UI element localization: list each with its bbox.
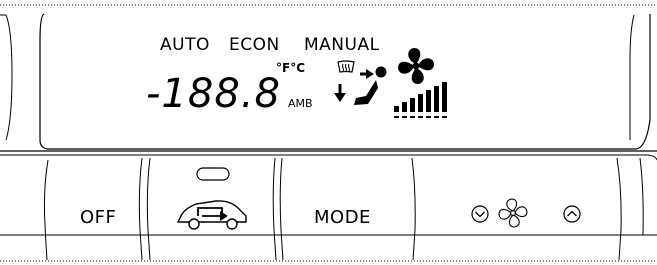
fan-control-button — [416, 158, 616, 258]
fan-speed-dash — [418, 116, 423, 118]
mode-auto-label: AUTO — [160, 35, 210, 55]
fan-speed-dash — [410, 116, 415, 118]
fan-speed-bars-icon — [394, 82, 447, 118]
mode-econ-label: ECON — [229, 35, 280, 55]
fan-speed-bar — [402, 102, 407, 112]
button-divider — [639, 157, 644, 236]
button-divider — [138, 157, 143, 261]
mode-button-label: MODE — [314, 207, 371, 228]
fan-speed-bar — [442, 82, 447, 112]
fan-speed-bar — [418, 94, 423, 112]
fan-speed-dash — [402, 116, 407, 118]
mode-manual-label: MANUAL — [304, 35, 380, 55]
button-divider — [43, 159, 49, 261]
off-button[interactable]: OFF — [50, 158, 138, 258]
fan-speed-dash — [442, 116, 447, 118]
button-divider — [279, 157, 284, 261]
fan-speed-dash — [434, 116, 439, 118]
button-divider — [272, 157, 277, 261]
fan-speed-bar — [426, 90, 431, 112]
fan-speed-bar — [394, 106, 399, 112]
recirculation-indicator-light — [196, 167, 230, 181]
fan-speed-dash — [394, 116, 399, 118]
fan-speed-bar — [410, 98, 415, 112]
off-button-label: OFF — [80, 207, 117, 228]
temperature-readout: -188.8 — [146, 71, 281, 117]
climate-control-panel: AUTO ECON MANUAL -188.8 °F°C AMB OFF MOD… — [0, 0, 657, 265]
button-divider — [411, 157, 416, 261]
temperature-units: °F°C — [276, 61, 306, 75]
fan-icon — [498, 198, 528, 228]
ambient-label: AMB — [288, 97, 313, 110]
fan-up-button[interactable] — [562, 204, 582, 224]
fan-speed-dash — [426, 116, 431, 118]
frame-left-curve — [0, 14, 13, 141]
airflow-direction-icon — [334, 66, 387, 105]
button-divider — [616, 157, 622, 261]
recirculation-button[interactable] — [152, 158, 272, 258]
mode-button[interactable]: MODE — [284, 158, 410, 258]
fan-speed-bar — [434, 86, 439, 112]
button-divider — [146, 157, 151, 261]
recirculation-car-icon — [176, 200, 247, 230]
frame-right-curve — [629, 14, 635, 140]
fan-down-button[interactable] — [470, 204, 490, 224]
